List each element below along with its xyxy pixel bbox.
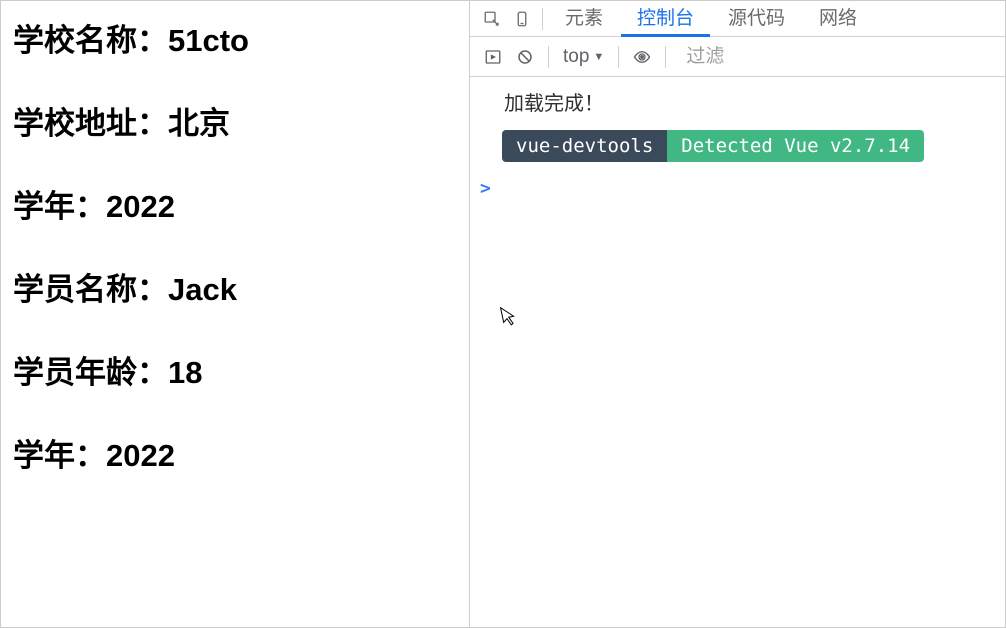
- label: 学员名称：: [13, 272, 168, 307]
- tab-console[interactable]: 控制台: [621, 1, 710, 37]
- console-toolbar: top ▼: [470, 37, 1005, 77]
- console-prompt[interactable]: >: [478, 178, 997, 199]
- devtools-tabs: 元素 控制台 源代码 网络: [470, 1, 1005, 37]
- row-school-year-1: 学年：2022: [13, 181, 457, 226]
- sidebar-toggle-icon[interactable]: [480, 44, 506, 70]
- badge-name: vue-devtools: [502, 130, 667, 162]
- value: 北京: [168, 106, 230, 141]
- label: 学年：: [13, 438, 106, 473]
- row-school-year-2: 学年：2022: [13, 430, 457, 475]
- row-school-name: 学校名称：51cto: [13, 15, 457, 60]
- separator: [548, 46, 549, 68]
- clear-console-icon[interactable]: [512, 44, 538, 70]
- separator: [542, 8, 543, 30]
- devtools-panel: 元素 控制台 源代码 网络 top ▼: [470, 1, 1005, 627]
- label: 学年：: [13, 189, 106, 224]
- dropdown-triangle-icon: ▼: [593, 51, 604, 63]
- console-body[interactable]: 加载完成！ vue-devtools Detected Vue v2.7.14 …: [470, 77, 1005, 627]
- console-log-message: 加载完成！: [478, 87, 997, 116]
- value: 51cto: [168, 23, 249, 58]
- scope-label: top: [563, 46, 589, 68]
- label: 学员年龄：: [13, 355, 168, 390]
- value: 2022: [106, 189, 175, 224]
- device-toggle-icon[interactable]: [508, 5, 536, 33]
- value: Jack: [168, 272, 237, 307]
- tab-network[interactable]: 网络: [803, 1, 873, 37]
- inspect-icon[interactable]: [478, 5, 506, 33]
- vue-devtools-badge: vue-devtools Detected Vue v2.7.14: [502, 130, 997, 162]
- eye-icon[interactable]: [629, 44, 655, 70]
- mouse-cursor-icon: [499, 304, 520, 334]
- scope-dropdown[interactable]: top ▼: [559, 46, 608, 68]
- row-school-address: 学校地址：北京: [13, 98, 457, 143]
- separator: [665, 46, 666, 68]
- label: 学校地址：: [13, 106, 168, 141]
- separator: [618, 46, 619, 68]
- tab-sources[interactable]: 源代码: [712, 1, 801, 37]
- page-content: 学校名称：51cto 学校地址：北京 学年：2022 学员名称：Jack 学员年…: [1, 1, 470, 627]
- row-student-name: 学员名称：Jack: [13, 264, 457, 309]
- row-student-age: 学员年龄：18: [13, 347, 457, 392]
- tab-elements[interactable]: 元素: [549, 1, 619, 37]
- value: 2022: [106, 438, 175, 473]
- badge-version: Detected Vue v2.7.14: [667, 130, 924, 162]
- value: 18: [168, 355, 202, 390]
- label: 学校名称：: [13, 23, 168, 58]
- filter-input[interactable]: [676, 42, 1005, 72]
